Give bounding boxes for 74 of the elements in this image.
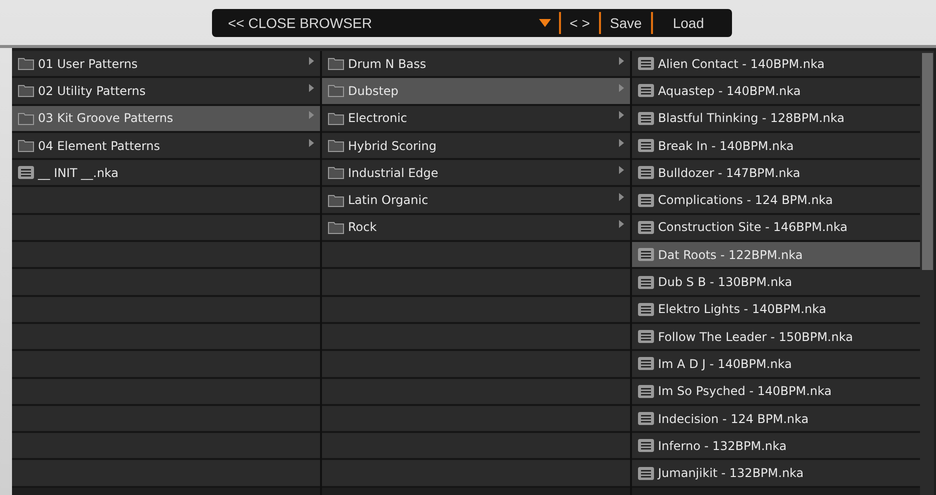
list-icon bbox=[18, 166, 34, 180]
file-item[interactable]: Jumanjikit - 132BPM.nka bbox=[632, 460, 920, 488]
folder-icon bbox=[18, 112, 34, 125]
folder-item[interactable]: 02 Utility Patterns bbox=[12, 78, 320, 106]
list-icon bbox=[638, 57, 654, 70]
expand-arrow-icon bbox=[309, 84, 314, 92]
list-icon bbox=[638, 248, 654, 262]
list-icon bbox=[638, 166, 654, 180]
file-item[interactable]: Inferno - 132BPM.nka bbox=[632, 433, 920, 460]
file-item[interactable]: Aquastep - 140BPM.nka bbox=[632, 78, 920, 106]
folder-icon bbox=[328, 166, 344, 180]
file-item[interactable]: Blastful Thinking - 128BPM.nka bbox=[632, 106, 920, 133]
folder-item[interactable]: 01 User Patterns bbox=[12, 51, 320, 78]
folder-icon bbox=[328, 194, 344, 207]
file-item[interactable]: Complications - 124 BPM.nka bbox=[632, 187, 920, 215]
file-item[interactable]: Break In - 140BPM.nka bbox=[632, 132, 920, 160]
save-button[interactable]: Save bbox=[600, 14, 651, 30]
prev-next-button[interactable]: < > bbox=[560, 14, 599, 30]
expand-arrow-icon bbox=[619, 166, 624, 174]
scrollbar-thumb[interactable] bbox=[922, 53, 933, 270]
expand-arrow-icon bbox=[619, 84, 624, 92]
list-icon bbox=[638, 112, 654, 125]
folder-item[interactable]: Industrial Edge bbox=[322, 160, 630, 188]
folder-item[interactable]: Dubstep bbox=[322, 78, 630, 106]
close-browser-button[interactable]: << CLOSE BROWSER bbox=[228, 14, 539, 30]
file-item[interactable]: __ INIT __.nka bbox=[12, 160, 320, 188]
list-icon bbox=[638, 194, 654, 207]
expand-arrow-icon bbox=[619, 193, 624, 202]
folder-item[interactable]: 03 Kit Groove Patterns bbox=[12, 106, 320, 133]
folder-item[interactable]: Electronic bbox=[322, 106, 630, 133]
expand-arrow-icon bbox=[309, 138, 314, 147]
folder-item[interactable]: Latin Organic bbox=[322, 187, 630, 215]
file-item[interactable]: Construction Site - 146BPM.nka bbox=[632, 214, 920, 242]
list-icon bbox=[638, 412, 654, 425]
expand-arrow-icon bbox=[619, 111, 624, 120]
folder-icon bbox=[18, 57, 34, 70]
list-icon bbox=[638, 139, 654, 152]
list-icon bbox=[638, 84, 654, 98]
file-item[interactable]: Im A D J - 140BPM.nka bbox=[632, 351, 920, 379]
folder-icon bbox=[328, 57, 344, 70]
expand-arrow-icon bbox=[309, 111, 314, 120]
file-item[interactable]: Alien Contact - 140BPM.nka bbox=[632, 51, 920, 78]
dropdown-triangle-icon[interactable] bbox=[538, 18, 551, 26]
expand-arrow-icon bbox=[619, 138, 624, 147]
folder-item[interactable]: Drum N Bass bbox=[322, 51, 630, 78]
folder-icon bbox=[18, 84, 34, 98]
load-button[interactable]: Load bbox=[652, 14, 722, 30]
file-item[interactable]: Bulldozer - 147BPM.nka bbox=[632, 160, 920, 188]
file-item[interactable]: Im So Psyched - 140BPM.nka bbox=[632, 378, 920, 406]
folder-item[interactable]: Rock bbox=[322, 214, 630, 242]
list-icon bbox=[638, 439, 654, 452]
list-icon bbox=[638, 384, 654, 398]
file-item[interactable]: Dub S B - 130BPM.nka bbox=[632, 269, 920, 297]
list-icon bbox=[638, 276, 654, 289]
file-item[interactable]: Follow The Leader - 150BPM.nka bbox=[632, 324, 920, 352]
list-icon bbox=[638, 466, 654, 480]
folder-item[interactable]: 04 Element Patterns bbox=[12, 132, 320, 160]
list-icon bbox=[638, 302, 654, 316]
folder-icon bbox=[328, 112, 344, 125]
folder-item[interactable]: Hybrid Scoring bbox=[322, 132, 630, 160]
expand-arrow-icon bbox=[619, 220, 624, 228]
expand-arrow-icon bbox=[619, 56, 624, 65]
file-item[interactable]: Dat Roots - 122BPM.nka bbox=[632, 242, 920, 270]
list-icon bbox=[638, 220, 654, 234]
expand-arrow-icon bbox=[309, 56, 314, 65]
scrollbar[interactable] bbox=[920, 51, 934, 495]
folder-icon bbox=[328, 139, 344, 152]
list-icon bbox=[638, 357, 654, 370]
folder-icon bbox=[18, 139, 34, 152]
folder-icon bbox=[328, 84, 344, 98]
folder-icon bbox=[328, 220, 344, 234]
file-item[interactable]: Indecision - 124 BPM.nka bbox=[632, 406, 920, 434]
list-icon bbox=[638, 330, 654, 344]
file-item[interactable]: Elektro Lights - 140BPM.nka bbox=[632, 296, 920, 324]
